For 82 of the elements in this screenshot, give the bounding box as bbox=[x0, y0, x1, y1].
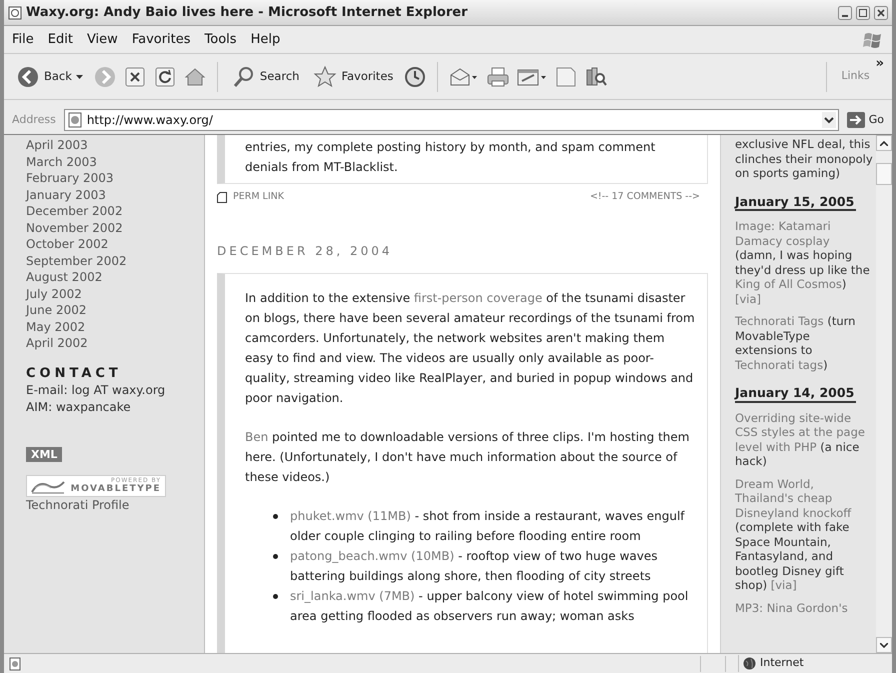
link[interactable]: phuket.wmv (11MB) bbox=[290, 509, 411, 523]
contact-text: AIM: waxpancake bbox=[26, 398, 132, 415]
link[interactable]: patong_beach.wmv (10MB) bbox=[290, 549, 454, 563]
printer-icon[interactable] bbox=[486, 64, 510, 88]
archive-link[interactable]: November 2002 bbox=[26, 220, 204, 236]
clock-icon[interactable] bbox=[403, 64, 428, 88]
link[interactable]: sri_lanka.wmv (7MB) bbox=[290, 589, 415, 603]
sidebar-entry: MP3: Nina Gordon's bbox=[735, 600, 849, 615]
chevron-button[interactable]: » bbox=[876, 54, 884, 74]
page-icon bbox=[8, 656, 22, 670]
globe-icon bbox=[743, 657, 756, 670]
scroll-down-icon[interactable] bbox=[876, 637, 892, 653]
profile-link[interactable]: Technorati Profile bbox=[26, 496, 204, 513]
search-icon bbox=[232, 64, 256, 88]
address-label: Address bbox=[11, 112, 57, 128]
books-icon[interactable] bbox=[584, 64, 608, 88]
contact-heading: CONTACT bbox=[26, 366, 123, 382]
list-item-text: sri_lanka.wmv (7MB) - upper balcony view of hotel swimming pool area getting flooded as observers run away; woman asks bbox=[290, 588, 690, 625]
archive-link[interactable]: January 2003 bbox=[26, 186, 204, 203]
page-icon bbox=[66, 112, 83, 128]
badge-text: MOVABLETYPE bbox=[70, 484, 161, 494]
menu-item[interactable]: View bbox=[86, 30, 118, 50]
scrollbar[interactable] bbox=[876, 135, 892, 653]
menu-item[interactable]: Help bbox=[250, 30, 280, 50]
paragraph: Ben pointed me to downloadable versions of three clips. I'm hosting them here. (Unfortunately, I don't have much information about the source of these videos.) bbox=[245, 429, 690, 486]
links-label[interactable]: Links bbox=[833, 68, 870, 85]
xml-badge[interactable]: XML bbox=[26, 447, 62, 462]
comments-link[interactable]: <!-- 17 COMMENTS --> bbox=[590, 187, 708, 207]
archive-link[interactable]: October 2002 bbox=[26, 236, 204, 252]
star-icon bbox=[313, 64, 338, 88]
archive-link[interactable]: March 2003 bbox=[26, 154, 204, 170]
bullet-icon bbox=[273, 594, 278, 599]
back-button[interactable]: Back bbox=[12, 60, 87, 92]
scroll-up-icon[interactable] bbox=[876, 135, 892, 151]
archive-link[interactable]: September 2002 bbox=[26, 252, 204, 269]
sidebar-date: January 14, 2005 bbox=[735, 386, 856, 402]
close-icon[interactable] bbox=[122, 64, 147, 88]
archive-link[interactable]: April 2002 bbox=[26, 335, 204, 352]
archive-link[interactable]: May 2002 bbox=[26, 318, 204, 335]
menu-item[interactable]: Favorites bbox=[132, 30, 191, 50]
list-item-text: patong_beach.wmv (10MB) - rooftop view of two huge waves battering buildings along shore, then flooding of city streets bbox=[290, 548, 658, 585]
perm-link[interactable]: PERM LINK bbox=[217, 187, 284, 207]
archive-link[interactable]: December 2002 bbox=[26, 203, 204, 220]
dropdown-caret-icon bbox=[76, 74, 83, 78]
menu-item[interactable]: Tools bbox=[204, 30, 237, 50]
favorites-button[interactable]: Favorites bbox=[309, 60, 398, 92]
bullet-icon bbox=[273, 514, 278, 519]
sidebar-entry: Technorati Tags (turn MovableType extensions to Technorati tags) bbox=[735, 314, 856, 372]
archive-link[interactable]: June 2002 bbox=[26, 302, 204, 318]
close-icon[interactable] bbox=[874, 6, 888, 20]
minimize-icon[interactable] bbox=[838, 6, 852, 20]
refresh-icon[interactable] bbox=[152, 64, 177, 88]
archive-link[interactable]: February 2003 bbox=[26, 170, 204, 186]
paragraph: In addition to the extensive first-person coverage of the tsunami disaster on blogs, there have been several amateur recordings of the tsunami from camcorders. Unfortunately, the network websites aren't making them easy to find and view. The videos are usually only available as poor-quality, streaming video like RealPlayer, and buried in popup windows and poor navigation. bbox=[245, 290, 695, 407]
page-icon bbox=[217, 192, 227, 202]
sidebar-date: January 15, 2005 bbox=[735, 194, 856, 211]
sidebar-entry: Overriding site-wide CSS styles at the page level with PHP (a nice hack) bbox=[735, 410, 866, 468]
archive-link[interactable]: April 2003 bbox=[26, 137, 204, 154]
archive-link[interactable]: August 2002 bbox=[26, 269, 204, 286]
window-title: Waxy.org: Andy Baio lives here - Microsoft Internet Explorer bbox=[26, 4, 469, 22]
blank-page-icon[interactable] bbox=[554, 64, 578, 88]
address-field[interactable]: http://www.waxy.org/ bbox=[64, 109, 839, 131]
page-icon bbox=[8, 6, 22, 20]
link[interactable]: first-person coverage bbox=[414, 291, 542, 305]
post-date: DECEMBER 28, 2004 bbox=[217, 243, 394, 260]
search-button[interactable]: Search bbox=[228, 60, 304, 92]
menu-item[interactable]: File bbox=[12, 30, 34, 50]
post-text: entries, my complete posting history by month, and spam comment denials from MT-Blacklist. bbox=[245, 139, 656, 176]
sidebar-entry: Dream World, Thailand's cheap Disneyland knockoff (complete with fake Space Mountain, Fantasyland, and bootleg Disney gift shop) [via] bbox=[735, 476, 852, 592]
bullet-icon bbox=[273, 554, 278, 559]
dropdown-caret-icon bbox=[822, 112, 836, 128]
go-button[interactable]: Go bbox=[842, 112, 888, 128]
menu-item[interactable]: Edit bbox=[48, 30, 73, 50]
link[interactable]: Ben bbox=[245, 430, 268, 444]
maximize-icon[interactable] bbox=[856, 6, 870, 20]
contact-text: E-mail: log AT waxy.org bbox=[26, 382, 166, 398]
scroll-thumb[interactable] bbox=[876, 163, 892, 185]
sidebar-entry: exclusive NFL deal, this clinches their monopoly on sports gaming) bbox=[735, 136, 874, 180]
zone-indicator: Internet bbox=[738, 655, 888, 672]
archive-link[interactable]: July 2002 bbox=[26, 286, 204, 302]
sidebar-entry: Image: Katamari Damacy cosplay (damn, I was hoping they'd dress up like the King of All Cosmos) [via] bbox=[735, 219, 871, 306]
list-item-text: phuket.wmv (11MB) - shot from inside a restaurant, waves engulf older couple clinging to railing before flooding entire room bbox=[290, 508, 686, 545]
